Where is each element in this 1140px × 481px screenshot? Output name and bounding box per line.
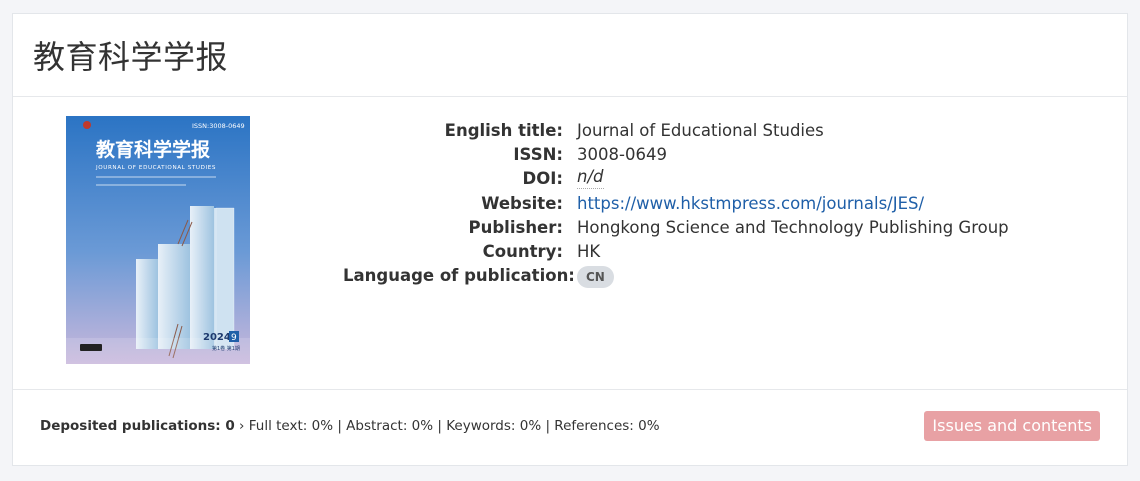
journal-details-section: ISSN:3008-0649 教育科学学报 JOURNAL OF EDUCATI… [13, 97, 1127, 390]
cover-year: 2024 [203, 332, 231, 343]
meta-value: Hongkong Science and Technology Publishi… [577, 217, 1009, 237]
meta-row-country: Country: HK [343, 240, 1009, 264]
cc-license-icon [80, 344, 102, 351]
meta-label: Language of publication: [343, 266, 575, 286]
meta-label: Country: [482, 242, 563, 262]
coverage-stats: Full text: 0% | Abstract: 0% | Keywords:… [248, 418, 660, 434]
meta-value: HK [577, 242, 601, 262]
publisher-logo-icon [83, 121, 91, 129]
cover-issue: 9 [231, 333, 237, 343]
meta-label: Publisher: [468, 217, 563, 237]
meta-value: 3008-0649 [577, 145, 667, 165]
cover-title-en: JOURNAL OF EDUCATIONAL STUDIES [95, 165, 216, 171]
cover-title-cn: 教育科学学报 [96, 138, 210, 161]
deposited-count: Deposited publications: 0 [40, 418, 235, 434]
meta-row-publisher: Publisher: Hongkong Science and Technolo… [343, 216, 1009, 240]
meta-row-website: Website: https://www.hkstmpress.com/jour… [343, 192, 1009, 216]
cover-volume: 第1卷 第1期 [212, 345, 240, 352]
journal-title: 教育科学学报 [33, 38, 229, 76]
card-footer: Deposited publications: 0 › Full text: 0… [13, 390, 1127, 465]
meta-label: ISSN: [513, 145, 563, 165]
language-badge: CN [577, 266, 614, 289]
meta-row-issn: ISSN: 3008-0649 [343, 143, 1009, 167]
cover-issn: ISSN:3008-0649 [192, 122, 245, 130]
journal-cover-image: ISSN:3008-0649 教育科学学报 JOURNAL OF EDUCATI… [66, 116, 250, 364]
card-header: 教育科学学报 [13, 14, 1127, 97]
meta-row-language: Language of publication: CN [343, 264, 1009, 289]
meta-label: Website: [481, 193, 563, 213]
website-link[interactable]: https://www.hkstmpress.com/journals/JES/ [577, 194, 924, 213]
journal-card: 教育科学学报 ISSN:3008-0649 教育科学学报 JOURNAL OF … [12, 13, 1128, 466]
journal-metadata: English title: Journal of Educational St… [343, 119, 1009, 289]
meta-value-doi: n/d [577, 167, 604, 190]
meta-row-english-title: English title: Journal of Educational St… [343, 119, 1009, 143]
chevron-right-icon: › [239, 418, 245, 434]
issues-and-contents-button[interactable]: Issues and contents [924, 411, 1100, 441]
deposit-stats: Deposited publications: 0 › Full text: 0… [40, 418, 660, 434]
meta-row-doi: DOI: n/d [343, 167, 1009, 191]
meta-value: Journal of Educational Studies [577, 121, 824, 140]
meta-label: English title: [444, 121, 563, 140]
meta-label: DOI: [522, 169, 563, 189]
